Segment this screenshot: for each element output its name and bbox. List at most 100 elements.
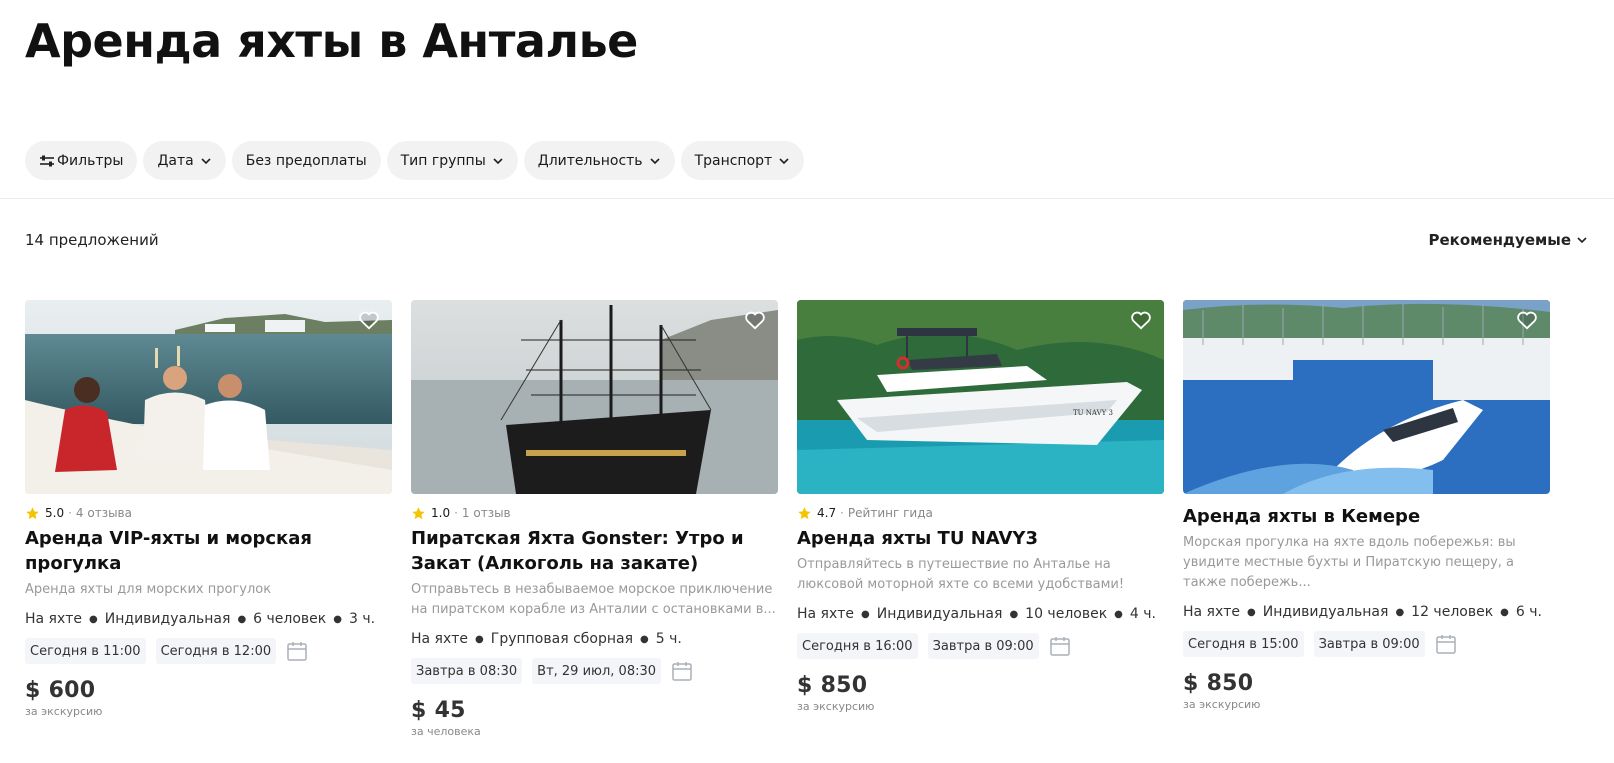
meta-duration: 3 ч.	[348, 611, 376, 627]
meta-duration: 4 ч.	[1129, 606, 1156, 622]
calendar-icon[interactable]	[1049, 635, 1071, 657]
offer-title[interactable]: Пиратская Яхта Gonster: Утро и Закат (Ал…	[411, 526, 778, 576]
offer-price: $ 850	[797, 673, 868, 698]
rating: 4.7 · Рейтинг гида	[797, 504, 1164, 522]
motor-yacht-photo: TU NAVY 3	[797, 300, 1164, 494]
heart-icon[interactable]	[1516, 310, 1538, 330]
yacht-party-photo	[25, 300, 392, 494]
no-prepayment-label: Без предоплаты	[245, 152, 367, 169]
star-icon	[412, 506, 425, 519]
price-unit: за экскурсию	[797, 700, 875, 713]
star-icon	[26, 506, 39, 519]
offer-card[interactable]: 5.0 · 4 отзыва Аренда VIP-яхты и морская…	[25, 300, 392, 738]
rating: 5.0 · 4 отзыва	[25, 504, 392, 522]
offer-card[interactable]: Аренда яхты в Кемере Морская прогулка на…	[1183, 300, 1550, 738]
price-unit: за человека	[411, 725, 481, 738]
meta-transport: На яхте	[1183, 604, 1241, 620]
offer-photo[interactable]	[1183, 300, 1550, 494]
group-type-label: Тип группы	[400, 152, 486, 169]
marina-yacht-photo	[1183, 300, 1550, 494]
meta-transport: На яхте	[25, 611, 83, 627]
date-filter[interactable]: Дата	[143, 141, 226, 180]
divider	[0, 198, 1614, 199]
offer-price: $ 600	[25, 678, 96, 703]
sort-label: Рекомендуемые	[1428, 231, 1571, 249]
time-slot[interactable]: Сегодня в 16:00	[797, 633, 918, 659]
offer-card[interactable]: 1.0 · 1 отзыв Пиратская Яхта Gonster: Ут…	[411, 300, 778, 738]
time-slot[interactable]: Сегодня в 15:00	[1183, 631, 1304, 657]
meta-dot: ●	[1395, 606, 1405, 618]
page-title: Аренда яхты в Анталье	[25, 14, 638, 68]
time-slot[interactable]: Завтра в 08:30	[411, 658, 523, 684]
meta-dot: ●	[1247, 606, 1256, 618]
sliders-icon	[40, 155, 54, 166]
rating-score: 1.0	[431, 506, 451, 520]
time-slot[interactable]: Завтра в 09:00	[927, 633, 1039, 659]
offer-meta: На яхте ● Индивидуальная ● 10 человек ● …	[797, 604, 1164, 624]
no-prepayment-filter[interactable]: Без предоплаты	[231, 141, 381, 180]
heart-icon[interactable]	[358, 310, 380, 330]
offer-meta: На яхте ● Индивидуальная ● 12 человек ● …	[1183, 602, 1550, 622]
meta-people: 12 человек	[1411, 604, 1494, 620]
meta-dot: ●	[237, 613, 247, 625]
sort-dropdown[interactable]: Рекомендуемые	[1428, 231, 1588, 249]
offer-photo[interactable]: TU NAVY 3	[797, 300, 1164, 494]
meta-duration: 5 ч.	[655, 631, 682, 647]
meta-dot: ●	[89, 613, 98, 625]
reviews-link[interactable]: 1 отзыв	[462, 506, 511, 520]
offer-meta: На яхте ● Групповая сборная ● 5 ч.	[411, 629, 778, 649]
offer-meta: На яхте ● Индивидуальная ● 6 человек ● 3…	[25, 609, 392, 629]
calendar-icon[interactable]	[1435, 633, 1457, 655]
meta-people: 10 человек	[1025, 606, 1108, 622]
calendar-icon[interactable]	[286, 640, 308, 662]
offer-description: Отправляйтесь в путешествие по Анталье н…	[797, 557, 1125, 592]
meta-transport: На яхте	[797, 606, 855, 622]
time-slot[interactable]: Сегодня в 11:00	[25, 638, 146, 664]
meta-dot: ●	[1009, 608, 1019, 620]
reviews-link[interactable]: 4 отзыва	[76, 506, 132, 520]
time-slots: Сегодня в 11:00 Сегодня в 12:00	[25, 638, 392, 664]
duration-label: Длительность	[537, 152, 643, 169]
chevron-down-icon	[779, 157, 789, 164]
results-count: 14 предложений	[25, 231, 159, 249]
rating: 1.0 · 1 отзыв	[411, 504, 778, 522]
time-slots: Сегодня в 16:00 Завтра в 09:00	[797, 633, 1164, 659]
offer-title[interactable]: Аренда яхты в Кемере	[1183, 504, 1550, 529]
rating-separator: ·	[840, 506, 844, 520]
chevron-down-icon	[201, 157, 211, 164]
svg-text:TU NAVY 3: TU NAVY 3	[1073, 409, 1113, 417]
offer-title[interactable]: Аренда VIP-яхты и морская прогулка	[25, 526, 392, 576]
meta-group: Групповая сборная	[490, 631, 634, 647]
meta-people: 6 человек	[253, 611, 327, 627]
offer-price: $ 850	[1183, 671, 1254, 696]
price-unit: за экскурсию	[25, 705, 103, 718]
offer-photo[interactable]	[411, 300, 778, 494]
price-unit: за экскурсию	[1183, 698, 1261, 711]
offer-photo[interactable]	[25, 300, 392, 494]
filter-bar: Фильтры Дата Без предоплаты Тип группы Д…	[25, 141, 805, 180]
meta-dot: ●	[333, 613, 342, 625]
time-slot[interactable]: Вт, 29 июл, 08:30	[532, 658, 662, 684]
duration-filter[interactable]: Длительность	[523, 141, 675, 180]
meta-group: Индивидуальная	[104, 611, 231, 627]
chevron-down-icon	[493, 157, 503, 164]
offer-title[interactable]: Аренда яхты TU NAVY3	[797, 526, 1164, 551]
group-type-filter[interactable]: Тип группы	[386, 141, 518, 180]
filters-button[interactable]: Фильтры	[25, 141, 138, 180]
offer-description: Отправьтесь в незабываемое морское прикл…	[411, 582, 776, 617]
pirate-ship-photo	[411, 300, 778, 494]
filters-label: Фильтры	[57, 152, 124, 169]
date-filter-label: Дата	[157, 152, 194, 169]
rating-score: 4.7	[817, 506, 837, 520]
heart-icon[interactable]	[1130, 310, 1152, 330]
transport-filter[interactable]: Транспорт	[680, 141, 805, 180]
offer-card[interactable]: TU NAVY 3 4.7 · Рейтинг гида Аренда яхты…	[797, 300, 1164, 738]
meta-dot: ●	[1500, 606, 1509, 618]
time-slot[interactable]: Завтра в 09:00	[1313, 631, 1425, 657]
heart-icon[interactable]	[744, 310, 766, 330]
calendar-icon[interactable]	[671, 660, 693, 682]
time-slots: Сегодня в 15:00 Завтра в 09:00	[1183, 631, 1550, 657]
time-slot[interactable]: Сегодня в 12:00	[155, 638, 277, 664]
offer-price: $ 45	[411, 698, 466, 723]
rating-separator: ·	[68, 506, 72, 520]
